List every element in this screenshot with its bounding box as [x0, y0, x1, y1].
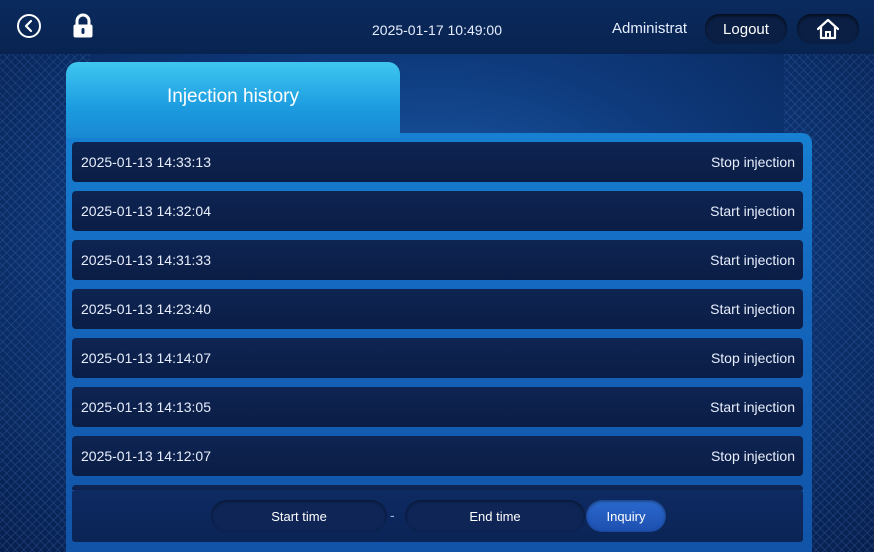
history-time: 2025-01-13 14:13:05 — [81, 399, 211, 415]
back-button[interactable] — [14, 11, 44, 41]
history-list[interactable]: 2025-01-13 14:33:13 Stop injection 2025-… — [72, 142, 803, 490]
lock-icon — [73, 13, 93, 38]
history-time: 2025-01-13 14:12:07 — [81, 448, 211, 464]
top-bar: 2025-01-17 10:49:00 Administrat Logout — [0, 0, 874, 54]
tab-injection-history[interactable]: Injection history — [66, 62, 400, 138]
logout-button[interactable]: Logout — [705, 14, 787, 44]
query-footer: Start time - End time Inquiry — [72, 490, 803, 542]
back-icon — [17, 14, 41, 38]
history-time: 2025-01-13 14:33:13 — [81, 154, 211, 170]
history-row[interactable]: 2025-01-13 14:31:33 Start injection — [72, 240, 803, 280]
history-row[interactable]: 2025-01-13 14:14:07 Stop injection — [72, 338, 803, 378]
history-event: Stop injection — [710, 448, 795, 464]
current-datetime: 2025-01-17 10:49:00 — [372, 22, 502, 38]
history-time: 2025-01-13 14:14:07 — [81, 350, 211, 366]
range-separator: - — [390, 507, 395, 523]
start-time-field[interactable]: Start time — [211, 500, 387, 532]
history-time: 2025-01-13 14:23:40 — [81, 301, 211, 317]
home-button[interactable] — [797, 14, 859, 44]
inquiry-button[interactable]: Inquiry — [586, 500, 666, 532]
history-row[interactable]: 2025-01-13 14:12:07 Stop injection — [72, 436, 803, 476]
home-icon — [816, 18, 840, 40]
history-row[interactable]: 2025-01-13 14:33:13 Stop injection — [72, 142, 803, 182]
history-event: Stop injection — [710, 350, 795, 366]
user-role: Administrat — [612, 20, 688, 37]
history-event: Start injection — [710, 301, 795, 317]
history-row[interactable]: 2025-01-13 14:32:04 Start injection — [72, 191, 803, 231]
history-event: Start injection — [710, 203, 795, 219]
end-time-field[interactable]: End time — [405, 500, 585, 532]
history-row[interactable]: 2025-01-13 14:13:05 Start injection — [72, 387, 803, 427]
history-time: 2025-01-13 14:32:04 — [81, 203, 211, 219]
lock-button[interactable] — [68, 11, 98, 41]
history-event: Start injection — [710, 399, 795, 415]
history-event: Start injection — [710, 252, 795, 268]
history-time: 2025-01-13 14:31:33 — [81, 252, 211, 268]
history-event: Stop injection — [710, 154, 795, 170]
history-row[interactable]: 2025-01-13 14:23:40 Start injection — [72, 289, 803, 329]
